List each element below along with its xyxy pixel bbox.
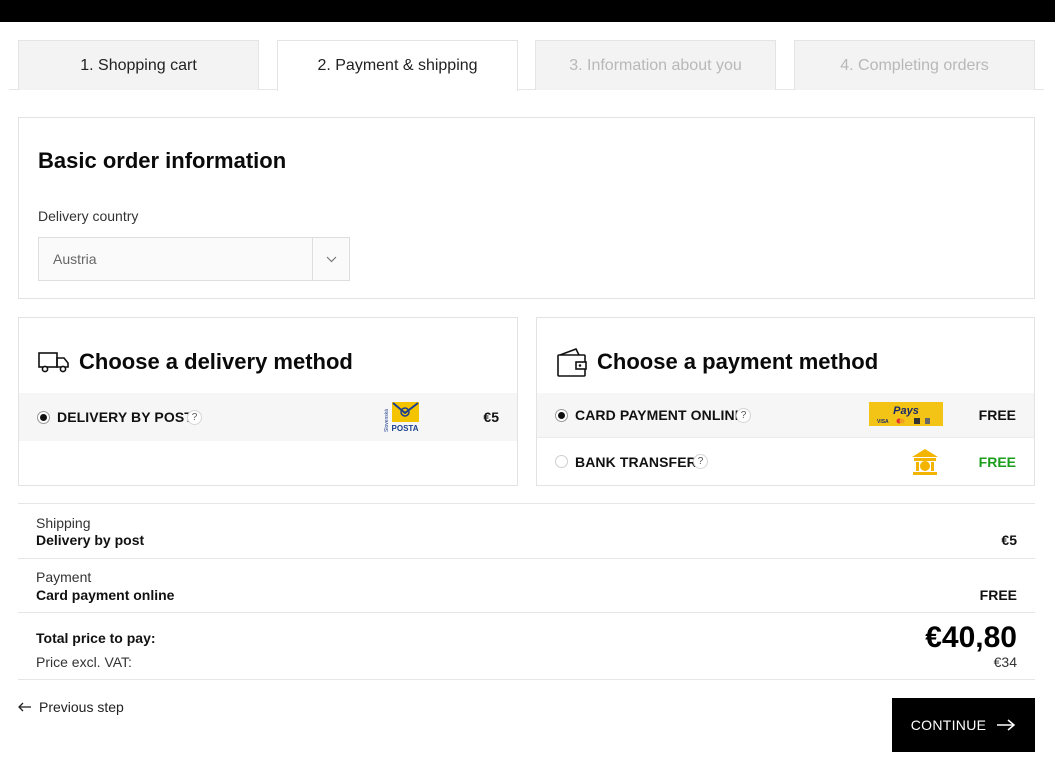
pays-logo: Pays VISA xyxy=(869,402,943,426)
arrow-left-icon xyxy=(18,702,32,712)
payment-price: FREE xyxy=(979,587,1017,603)
bank-transfer-price: FREE xyxy=(978,453,1016,470)
delivery-method-panel: Choose a delivery method DELIVERY BY POS… xyxy=(18,317,518,486)
chevron-down-icon xyxy=(312,238,349,280)
tab-label: 3. Information about you xyxy=(569,56,742,74)
pays-logo-text: Pays xyxy=(893,405,919,417)
bank-transfer-radio[interactable] xyxy=(555,455,568,468)
payment-option-card-online[interactable]: CARD PAYMENT ONLINE ? Pays VISA FREE xyxy=(537,393,1034,437)
delivery-country-value: Austria xyxy=(53,251,97,267)
tab-payment-shipping[interactable]: 2. Payment & shipping xyxy=(277,40,518,91)
continue-button[interactable]: CONTINUE xyxy=(892,698,1035,752)
card-payment-price: FREE xyxy=(978,407,1016,423)
shipping-value: Delivery by post xyxy=(36,532,145,548)
wallet-icon xyxy=(555,346,589,378)
help-icon[interactable]: ? xyxy=(736,407,751,423)
delivery-option-post[interactable]: DELIVERY BY POST ? POSTA Slovenská €5 xyxy=(19,393,517,441)
payment-option-bank-transfer[interactable]: BANK TRANSFER ? FREE xyxy=(537,437,1034,485)
delivery-method-title: Choose a delivery method xyxy=(79,349,353,374)
card-payment-radio[interactable] xyxy=(555,408,568,422)
continue-label: CONTINUE xyxy=(910,717,987,733)
tab-label: 4. Completing orders xyxy=(840,56,989,74)
previous-step-label: Previous step xyxy=(39,699,124,715)
help-icon[interactable]: ? xyxy=(693,454,708,469)
tab-label: 1. Shopping cart xyxy=(80,56,197,74)
help-icon[interactable]: ? xyxy=(187,409,202,425)
basic-order-information-panel: Basic order information Delivery country… xyxy=(18,117,1035,299)
arrow-right-icon xyxy=(996,719,1016,731)
truck-icon xyxy=(37,346,71,378)
checkout-steps: 1. Shopping cart 2. Payment & shipping 3… xyxy=(9,40,1044,91)
tab-label: 2. Payment & shipping xyxy=(317,57,478,74)
payment-method-title: Choose a payment method xyxy=(597,349,879,374)
basic-order-title: Basic order information xyxy=(38,148,287,173)
delivery-method-header: Choose a delivery method xyxy=(37,346,353,378)
delivery-option-label: DELIVERY BY POST xyxy=(57,409,193,425)
payment-option-label: BANK TRANSFER xyxy=(575,453,697,470)
shipping-price: €5 xyxy=(1001,532,1017,548)
tab-shopping-cart[interactable]: 1. Shopping cart xyxy=(18,40,259,90)
payment-value: Card payment online xyxy=(36,587,175,603)
delivery-country-select[interactable]: Austria xyxy=(38,237,350,281)
slovenska-posta-logo: POSTA Slovenská xyxy=(384,402,420,433)
delivery-post-price: €5 xyxy=(483,409,499,425)
previous-step-link[interactable]: Previous step xyxy=(18,699,124,715)
tab-completing-orders: 4. Completing orders xyxy=(794,40,1035,90)
summary-total-row: Total price to pay: Price excl. VAT: €40… xyxy=(18,612,1035,680)
payment-method-header: Choose a payment method xyxy=(555,346,878,378)
top-bar xyxy=(0,0,1055,22)
excl-vat-price: €34 xyxy=(993,654,1017,670)
pays-logo-subtext: VISA xyxy=(877,419,889,425)
payment-option-label: CARD PAYMENT ONLINE xyxy=(575,407,745,423)
total-price: €40,80 xyxy=(925,621,1017,654)
posta-side-text: Slovenská xyxy=(384,409,390,432)
shipping-label: Shipping xyxy=(36,515,91,531)
delivery-country-label: Delivery country xyxy=(38,208,139,224)
delivery-post-radio[interactable] xyxy=(37,410,50,424)
excl-vat-label: Price excl. VAT: xyxy=(36,654,132,670)
summary-payment-row: Payment Card payment online FREE xyxy=(18,558,1035,613)
tab-information-about-you: 3. Information about you xyxy=(535,40,776,90)
summary-shipping-row: Shipping Delivery by post €5 xyxy=(18,503,1035,558)
payment-method-panel: Choose a payment method CARD PAYMENT ONL… xyxy=(536,317,1035,486)
posta-logo-text: POSTA xyxy=(392,424,419,433)
payment-label: Payment xyxy=(36,569,92,585)
total-label: Total price to pay: xyxy=(36,630,156,646)
bank-icon xyxy=(909,446,941,478)
